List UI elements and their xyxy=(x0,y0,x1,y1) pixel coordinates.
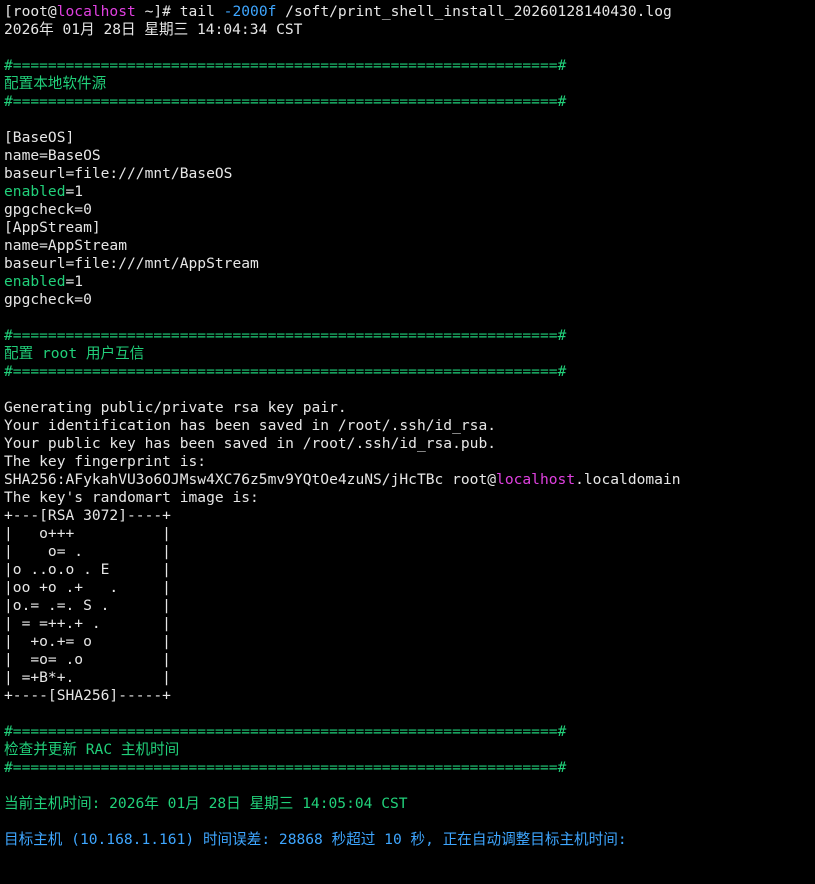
terminal-line: | o= . | xyxy=(4,543,815,561)
terminal-text: | o= . | xyxy=(4,543,171,560)
terminal-line: 检查并更新 RAC 主机时间 xyxy=(4,741,815,759)
terminal-line: 配置本地软件源 xyxy=(4,75,815,93)
terminal-text: baseurl=file:///mnt/AppStream xyxy=(4,255,259,272)
terminal-text: 配置本地软件源 xyxy=(4,75,107,92)
terminal-line: baseurl=file:///mnt/BaseOS xyxy=(4,165,815,183)
terminal-text: Generating public/private rsa key pair. xyxy=(4,399,347,416)
terminal-line: #=======================================… xyxy=(4,759,815,777)
terminal-text: SHA256:AFykahVU3o6OJMsw4XC76z5mv9YQtOe4z… xyxy=(4,471,497,488)
terminal-text: /soft/print_shell_install_20260128140430… xyxy=(276,3,672,20)
terminal-line: name=BaseOS xyxy=(4,147,815,165)
terminal-text: -2000f xyxy=(223,3,277,20)
terminal-text: enabled xyxy=(4,273,66,290)
terminal-line: |o.= .=. S . | xyxy=(4,597,815,615)
terminal-text: .localdomain xyxy=(575,471,681,488)
terminal-line: |oo +o .+ . | xyxy=(4,579,815,597)
terminal-line: gpgcheck=0 xyxy=(4,291,815,309)
terminal-text: |o ..o.o . E | xyxy=(4,561,171,578)
terminal-text: =1 xyxy=(65,183,84,200)
terminal-line: | +o.+= o | xyxy=(4,633,815,651)
terminal-line: Your identification has been saved in /r… xyxy=(4,417,815,435)
terminal-text: localhost xyxy=(496,471,576,488)
terminal-line: | =o= .o | xyxy=(4,651,815,669)
terminal-text: ~]# tail xyxy=(135,3,224,20)
terminal-text: +---[RSA 3072]----+ xyxy=(4,507,171,524)
terminal-text: #=======================================… xyxy=(4,327,567,344)
terminal-text: | o+++ | xyxy=(4,525,171,542)
terminal-text: 当前主机时间: 2026年 01月 28日 星期三 14:05:04 CST xyxy=(4,795,408,812)
terminal-text: [root@ xyxy=(4,3,57,20)
terminal-text: baseurl=file:///mnt/BaseOS xyxy=(4,165,233,182)
terminal-line: name=AppStream xyxy=(4,237,815,255)
terminal-line: gpgcheck=0 xyxy=(4,201,815,219)
terminal-line: | =+B*+. | xyxy=(4,669,815,687)
terminal-line: +---[RSA 3072]----+ xyxy=(4,507,815,525)
terminal-text: #=======================================… xyxy=(4,723,567,740)
terminal-line: | o+++ | xyxy=(4,525,815,543)
terminal-text: +----[SHA256]-----+ xyxy=(4,687,171,704)
terminal-text: 目标主机 (10.168.1.161) 时间误差: 28868 秒超过 10 秒… xyxy=(4,831,627,848)
terminal-text: [BaseOS] xyxy=(4,129,75,146)
terminal-text: | +o.+= o | xyxy=(4,633,171,650)
terminal-line: [BaseOS] xyxy=(4,129,815,147)
terminal-text: | =+B*+. | xyxy=(4,669,171,686)
terminal-text: Your identification has been saved in /r… xyxy=(4,417,497,434)
terminal-text: | = =++.+ . | xyxy=(4,615,171,632)
terminal-line: 2026年 01月 28日 星期三 14:04:34 CST xyxy=(4,21,815,39)
terminal-text: [AppStream] xyxy=(4,219,101,236)
terminal-window[interactable]: [root@localhost ~]# tail -2000f /soft/pr… xyxy=(0,0,815,884)
terminal-text: |o.= .=. S . | xyxy=(4,597,171,614)
terminal-text: | =o= .o | xyxy=(4,651,171,668)
terminal-line: +----[SHA256]-----+ xyxy=(4,687,815,705)
terminal-text: #=======================================… xyxy=(4,93,567,110)
terminal-text: #=======================================… xyxy=(4,759,567,776)
terminal-line: The key's randomart image is: xyxy=(4,489,815,507)
terminal-text: 2026年 01月 28日 星期三 14:04:34 CST xyxy=(4,21,303,38)
terminal-text: localhost xyxy=(56,3,136,20)
terminal-line: [AppStream] xyxy=(4,219,815,237)
terminal-text: The key's randomart image is: xyxy=(4,489,259,506)
terminal-line: |o ..o.o . E | xyxy=(4,561,815,579)
terminal-line: SHA256:AFykahVU3o6OJMsw4XC76z5mv9YQtOe4z… xyxy=(4,471,815,489)
terminal-line: 目标主机 (10.168.1.161) 时间误差: 28868 秒超过 10 秒… xyxy=(4,831,815,849)
terminal-line: The key fingerprint is: xyxy=(4,453,815,471)
terminal-line: #=======================================… xyxy=(4,57,815,75)
terminal-text: #=======================================… xyxy=(4,363,567,380)
terminal-line: baseurl=file:///mnt/AppStream xyxy=(4,255,815,273)
terminal-line: enabled=1 xyxy=(4,183,815,201)
terminal-text: The key fingerprint is: xyxy=(4,453,207,470)
terminal-line: 当前主机时间: 2026年 01月 28日 星期三 14:05:04 CST xyxy=(4,795,815,813)
terminal-line: enabled=1 xyxy=(4,273,815,291)
terminal-line: 配置 root 用户互信 xyxy=(4,345,815,363)
terminal-text: |oo +o .+ . | xyxy=(4,579,171,596)
terminal-text: Your public key has been saved in /root/… xyxy=(4,435,497,452)
terminal-text: enabled xyxy=(4,183,66,200)
terminal-line: [root@localhost ~]# tail -2000f /soft/pr… xyxy=(4,3,815,21)
terminal-line: #=======================================… xyxy=(4,723,815,741)
terminal-text: gpgcheck=0 xyxy=(4,291,92,308)
terminal-text: 配置 root 用户互信 xyxy=(4,345,145,362)
terminal-line: #=======================================… xyxy=(4,327,815,345)
terminal-line: #=======================================… xyxy=(4,93,815,111)
terminal-text: name=BaseOS xyxy=(4,147,101,164)
terminal-text: gpgcheck=0 xyxy=(4,201,92,218)
terminal-line: | = =++.+ . | xyxy=(4,615,815,633)
terminal-line: #=======================================… xyxy=(4,363,815,381)
terminal-text: #=======================================… xyxy=(4,57,567,74)
terminal-text: 检查并更新 RAC 主机时间 xyxy=(4,741,180,758)
terminal-line: Your public key has been saved in /root/… xyxy=(4,435,815,453)
terminal-text: name=AppStream xyxy=(4,237,128,254)
terminal-output: [root@localhost ~]# tail -2000f /soft/pr… xyxy=(4,3,815,849)
terminal-text: =1 xyxy=(65,273,84,290)
terminal-line: Generating public/private rsa key pair. xyxy=(4,399,815,417)
